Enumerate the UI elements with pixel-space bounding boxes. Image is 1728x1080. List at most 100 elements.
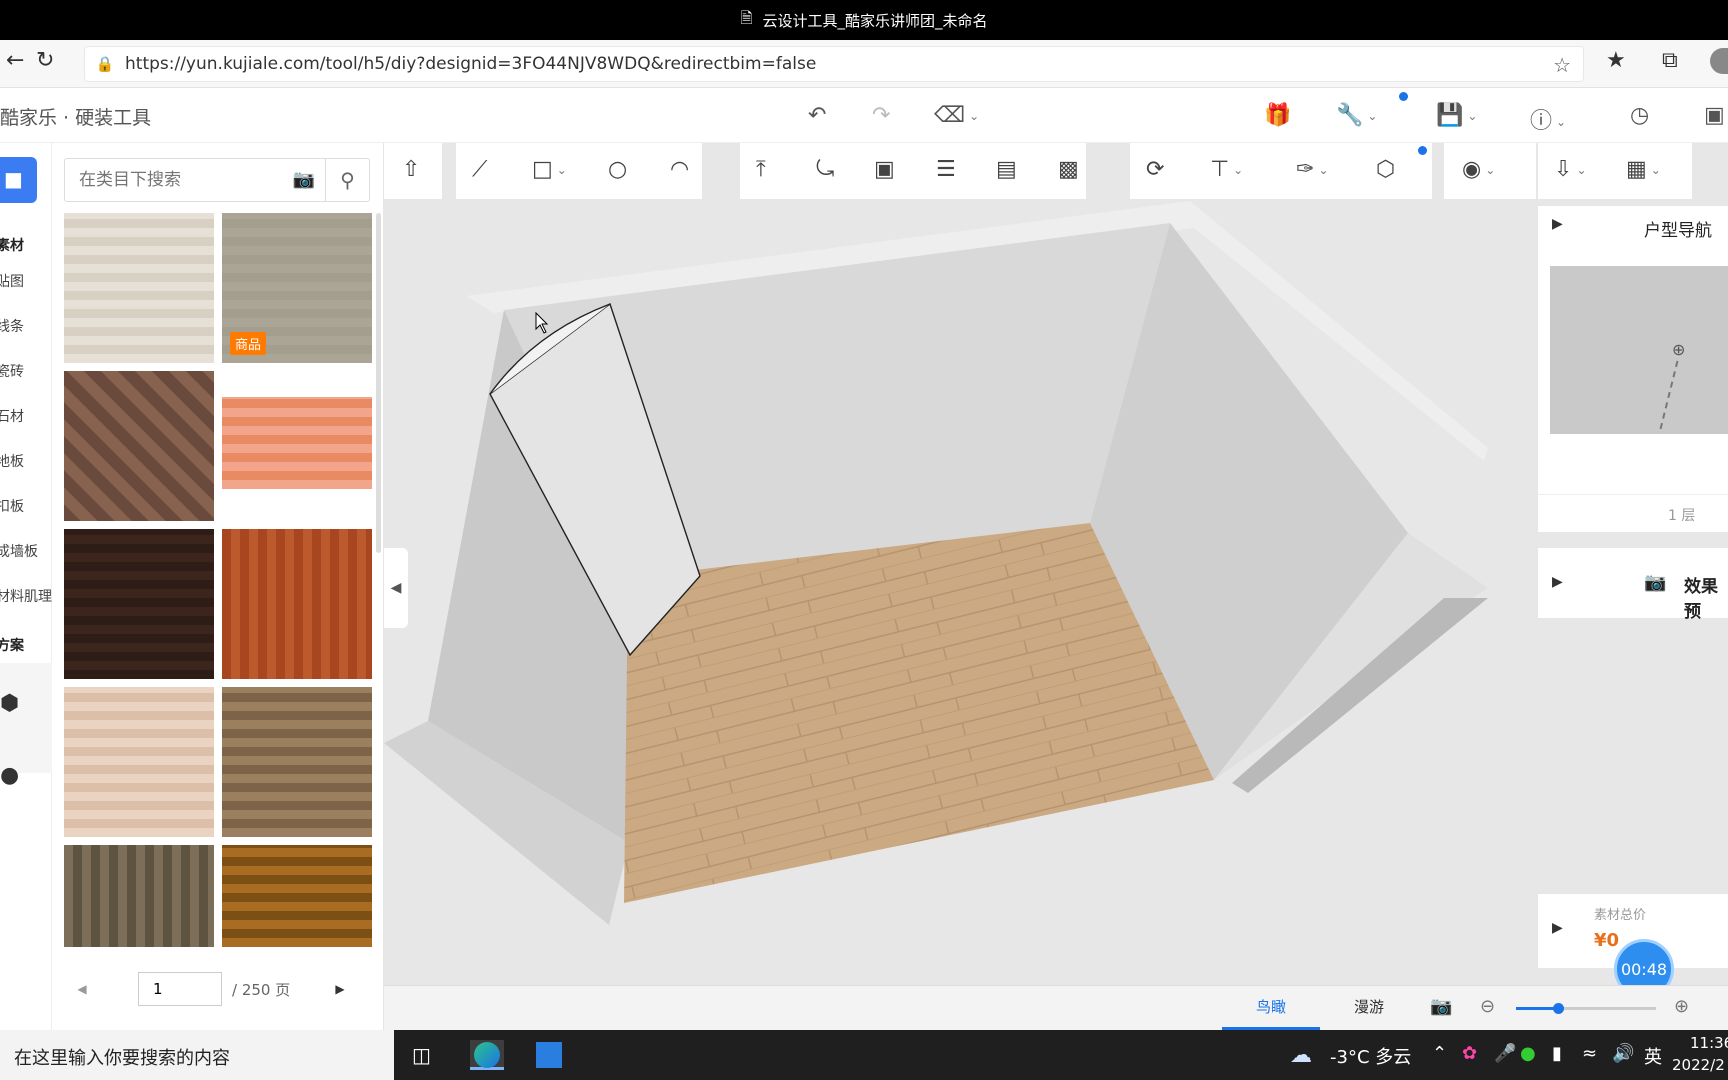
material-tile[interactable]	[222, 687, 372, 837]
floor-label[interactable]: 1 层	[1668, 505, 1695, 525]
redo-icon[interactable]: ↷	[872, 103, 890, 128]
push-pull-icon[interactable]: ⤒	[756, 157, 766, 182]
next-page-button[interactable]: ▶	[322, 972, 358, 1006]
cloud-icon: ☁	[1290, 1043, 1312, 1068]
zoom-out-icon[interactable]: ⊖	[1480, 996, 1495, 1017]
rail-item-stone[interactable]: 石材	[0, 406, 52, 426]
rail-item-panel[interactable]: 扣板	[0, 496, 52, 516]
offset-icon[interactable]: ▣	[874, 157, 895, 182]
volume-icon[interactable]: 🔊	[1612, 1043, 1634, 1064]
material-tile[interactable]	[64, 687, 214, 837]
rail-item-plan[interactable]: 方案	[0, 635, 52, 655]
rotate-icon[interactable]: ⟳	[1146, 157, 1164, 182]
ime-indicator[interactable]: 英	[1644, 1043, 1662, 1069]
history-icon[interactable]: ◷	[1630, 103, 1649, 128]
cube-icon[interactable]: ⬡	[1376, 157, 1395, 182]
camera-icon[interactable]: 📷	[293, 169, 315, 190]
circle-tool-icon[interactable]: ○	[608, 157, 627, 182]
expand-icon[interactable]: ▶	[1552, 574, 1563, 590]
clock-time[interactable]: 11:36	[1690, 1034, 1728, 1052]
gift-icon[interactable]: 🎁	[1264, 103, 1291, 128]
back-icon[interactable]: ←	[6, 48, 24, 73]
collapse-panel-button[interactable]: ◀	[384, 548, 408, 628]
paint-icon[interactable]: ✑ ⌄	[1296, 157, 1329, 182]
material-tile[interactable]	[222, 397, 372, 489]
expand-icon[interactable]: ▶	[1552, 920, 1563, 936]
material-tile[interactable]	[222, 529, 372, 679]
taskbar-search[interactable]: 在这里输入你要搜索的内容	[0, 1030, 394, 1080]
expand-icon[interactable]: ▶	[1552, 216, 1563, 232]
search-icon[interactable]: ⚲	[325, 159, 369, 201]
clock-date[interactable]: 2022/2	[1672, 1056, 1725, 1074]
window-titlebar: 🗎 云设计工具_酷家乐讲师团_未命名	[0, 0, 1728, 40]
rail-active-tab[interactable]: ■	[0, 157, 37, 203]
eraser-icon[interactable]: ⌫ ⌄	[934, 103, 979, 128]
rail-item-wallboard[interactable]: 成墙板	[0, 541, 52, 561]
show-hidden-icon[interactable]: ⌃	[1432, 1043, 1447, 1064]
screenshot-icon[interactable]: 📷	[1430, 996, 1452, 1017]
map-icon[interactable]: ▦ ⌄	[1626, 157, 1661, 182]
photos-app[interactable]	[532, 1040, 566, 1070]
download-icon[interactable]: ⇩ ⌄	[1554, 157, 1587, 182]
wechat-icon[interactable]: ●	[1520, 1043, 1536, 1064]
material-tile[interactable]: 商品	[222, 213, 372, 363]
material-tile[interactable]	[64, 371, 214, 521]
favorites-icon[interactable]: ★	[1606, 48, 1626, 73]
upload-icon[interactable]: ⇧	[402, 157, 420, 182]
add-favorite-icon[interactable]: ☆	[1553, 53, 1571, 77]
rail-item-material[interactable]: 素材	[0, 235, 52, 255]
catalog-scrollbar[interactable]	[376, 213, 381, 553]
material-tile[interactable]	[64, 529, 214, 679]
user-icon[interactable]: ●	[0, 763, 19, 788]
rail-item-texture[interactable]: 贴图	[0, 271, 52, 291]
component-icon[interactable]: ▩	[1058, 157, 1079, 182]
rail-item-floor[interactable]: 地板	[0, 451, 52, 471]
tab-birds-eye[interactable]: 鸟瞰	[1256, 996, 1286, 1017]
rail-item-tiles[interactable]: 瓷砖	[0, 361, 52, 381]
eye-icon[interactable]: ◉ ⌄	[1462, 157, 1495, 182]
material-tile[interactable]	[64, 845, 214, 947]
toolgroup-import: ⇧	[384, 143, 442, 199]
profile-avatar[interactable]	[1710, 48, 1728, 74]
3d-viewport[interactable]	[384, 143, 1728, 1030]
rectangle-tool-icon[interactable]: □ ⌄	[532, 157, 567, 182]
line-tool-icon[interactable]: ⟋	[472, 157, 487, 182]
edge-app[interactable]	[470, 1040, 504, 1070]
reload-icon[interactable]: ↻	[36, 48, 54, 73]
help-icon[interactable]: ⓘ ⌄	[1530, 103, 1566, 135]
task-view-icon[interactable]: ◫	[412, 1043, 431, 1067]
battery-icon[interactable]: ▮	[1552, 1043, 1562, 1064]
dimension-icon[interactable]: ⊤ ⌄	[1210, 157, 1243, 182]
follow-me-icon[interactable]: ⤿	[816, 157, 834, 182]
tab-walkthrough[interactable]: 漫游	[1354, 996, 1384, 1017]
weather-text[interactable]: -3°C 多云	[1330, 1043, 1411, 1069]
page-input[interactable]	[138, 972, 222, 1006]
arc-tool-icon[interactable]: ◠	[670, 157, 689, 182]
wrench-icon[interactable]: 🔧 ⌄	[1336, 103, 1377, 128]
room-scene	[384, 201, 1488, 925]
crown-icon[interactable]: ⬢	[0, 691, 19, 716]
zoom-in-icon[interactable]: ⊕	[1674, 996, 1689, 1017]
undo-icon[interactable]: ↶	[808, 103, 826, 128]
app-tray-icon[interactable]: ✿	[1462, 1043, 1477, 1064]
camera-position-icon[interactable]: ⊕	[1672, 340, 1685, 359]
material-tile[interactable]	[222, 845, 372, 947]
lock-icon: 🔒	[95, 55, 115, 73]
section-icon[interactable]: ▤	[996, 157, 1017, 182]
material-tile[interactable]	[64, 213, 214, 363]
rail-item-grain[interactable]: 材料肌理	[0, 586, 52, 606]
wifi-icon[interactable]: ≈	[1582, 1043, 1597, 1064]
collections-icon[interactable]: ⧉	[1662, 48, 1678, 73]
array-icon[interactable]: ☰	[936, 157, 956, 182]
rail-item-lines[interactable]: 线条	[0, 316, 52, 336]
floor-plan-minimap[interactable]: ⊕	[1550, 266, 1728, 434]
window-title: 云设计工具_酷家乐讲师团_未命名	[762, 11, 988, 30]
search-input[interactable]	[65, 170, 265, 190]
prev-page-button[interactable]: ◀	[64, 972, 100, 1006]
export-icon[interactable]: ▣	[1704, 103, 1725, 128]
save-icon[interactable]: 💾 ⌄	[1436, 103, 1477, 128]
zoom-slider-handle[interactable]	[1553, 1003, 1564, 1014]
microphone-icon[interactable]: 🎤	[1494, 1043, 1516, 1064]
address-bar[interactable]: 🔒 https://yun.kujiale.com/tool/h5/diy?de…	[84, 46, 1584, 82]
zoom-slider[interactable]	[1516, 1003, 1656, 1014]
